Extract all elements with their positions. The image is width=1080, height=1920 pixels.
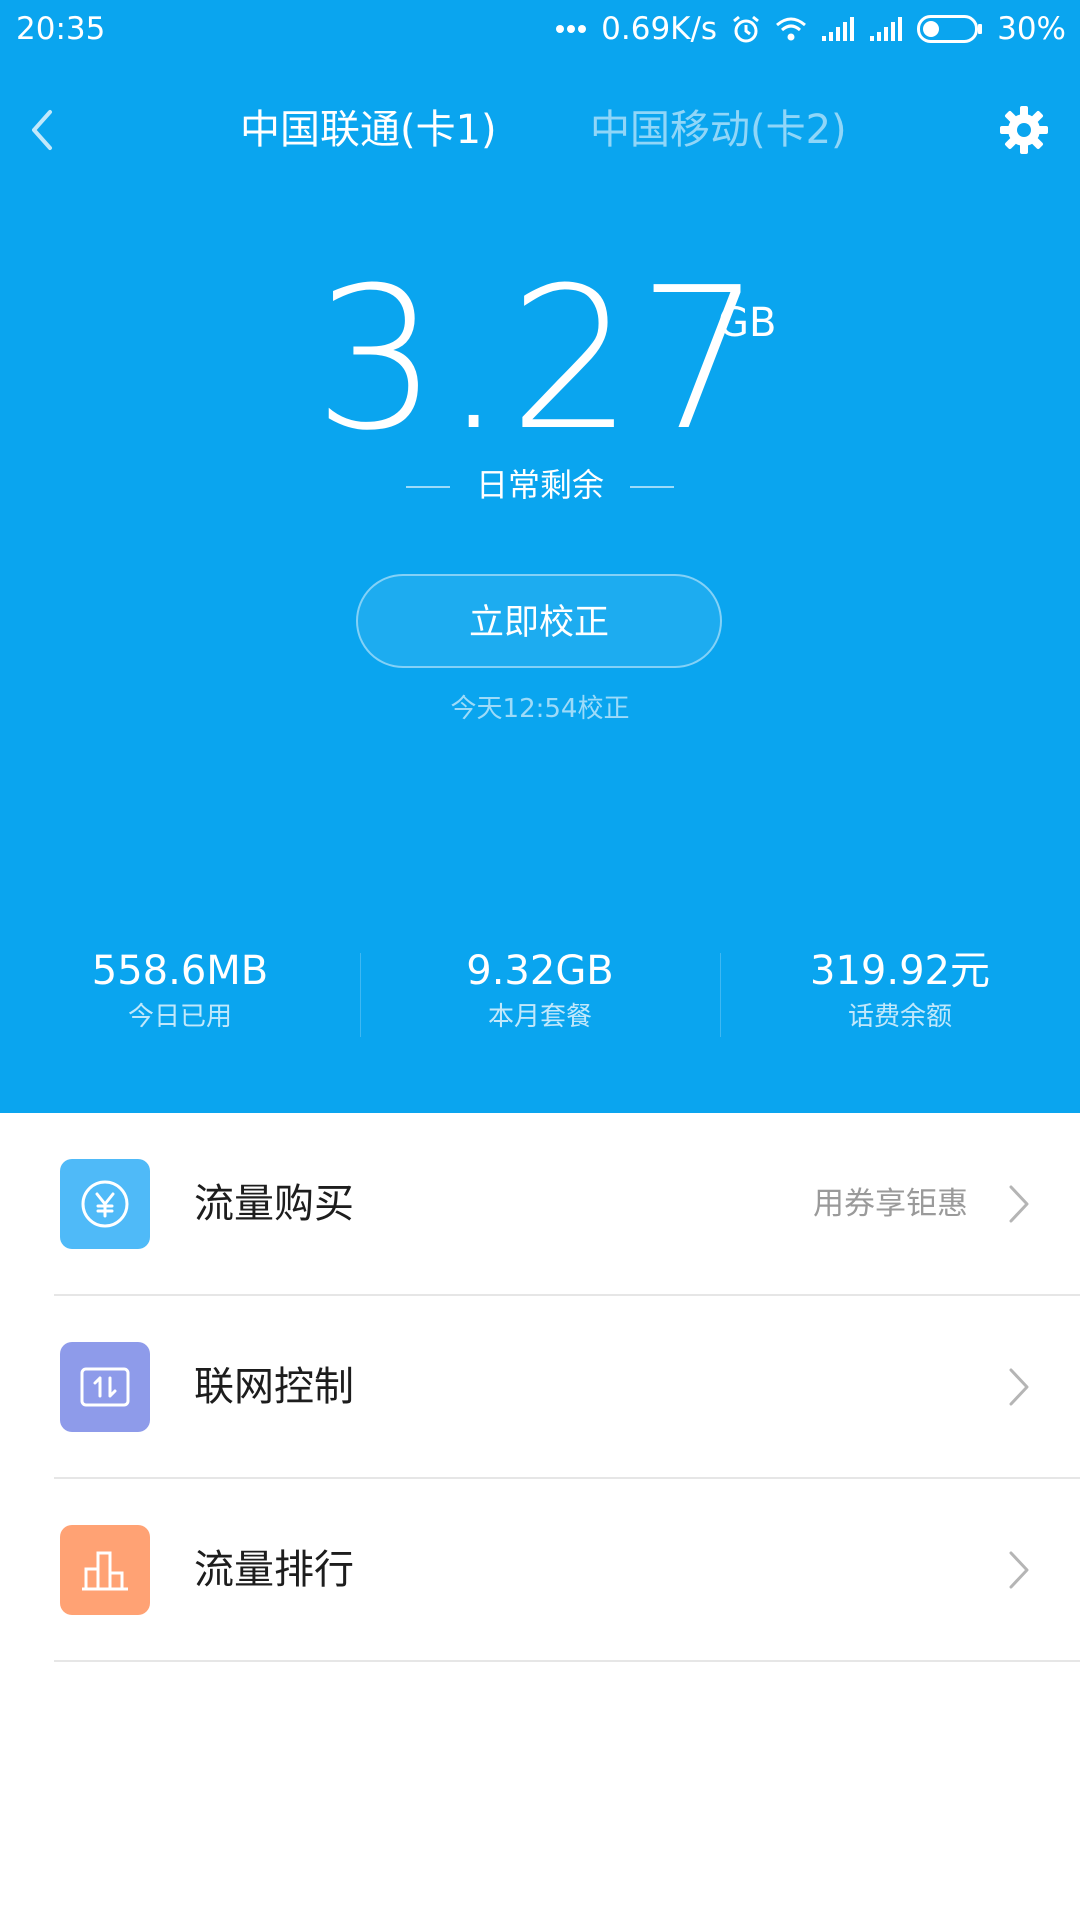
list-item-network-control[interactable]: 联网控制: [0, 1296, 1080, 1479]
status-icons: 0.69K/s 30%: [555, 10, 1066, 48]
wifi-icon: [775, 16, 807, 42]
tab-sim1[interactable]: 中国联通(卡1): [240, 104, 497, 156]
battery-icon: [917, 15, 983, 43]
calibrated-time: 今天12:54校正: [450, 694, 630, 724]
alarm-icon: [731, 14, 761, 44]
chevron-right-icon: [1009, 1185, 1029, 1223]
battery-percent: 30%: [997, 11, 1066, 47]
stat-balance: 319.92元 话费余额: [720, 945, 1080, 1045]
item-label: 联网控制: [194, 1364, 354, 1410]
chevron-right-icon: [1009, 1551, 1029, 1589]
item-label: 流量排行: [194, 1547, 354, 1593]
stat-today-used: 558.6MB 今日已用: [0, 945, 360, 1045]
usage-stats: 558.6MB 今日已用 9.32GB 本月套餐 319.92元 话费余额: [0, 945, 1080, 1045]
stat-value: 319.92元: [810, 948, 990, 994]
more-dots-icon: [555, 24, 587, 34]
item-icon-bg: [60, 1342, 150, 1432]
settings-button[interactable]: [996, 102, 1052, 158]
tab-sim2[interactable]: 中国移动(卡2): [590, 104, 847, 156]
stat-value: 9.32GB: [466, 948, 614, 994]
remaining-label: 日常剩余: [475, 466, 604, 504]
status-time: 20:35: [16, 11, 106, 47]
item-icon-bg: [60, 1525, 150, 1615]
list-item-buy-data[interactable]: 流量购买 用券享钜惠: [0, 1113, 1080, 1296]
stat-label: 今日已用: [127, 1002, 232, 1032]
divider: [405, 486, 450, 488]
remaining-value: 3.27: [313, 246, 767, 474]
item-icon-bg: [60, 1159, 150, 1249]
yuan-coin-icon: [81, 1180, 129, 1228]
bar-chart-icon: [82, 1551, 128, 1591]
divider: [630, 486, 674, 488]
signal-icon: [821, 16, 855, 42]
calibrate-button[interactable]: 立即校正: [356, 574, 722, 668]
status-bar: 20:35 0.69K/s 30%: [0, 0, 1080, 60]
stat-label: 话费余额: [847, 1002, 952, 1032]
remaining-unit: GB: [718, 300, 777, 346]
chevron-right-icon: [1009, 1368, 1029, 1406]
stat-label: 本月套餐: [487, 1002, 592, 1032]
back-button[interactable]: [22, 100, 62, 160]
remaining-data-display: 3.27: [0, 246, 1080, 474]
list-item-data-ranking[interactable]: 流量排行: [0, 1479, 1080, 1662]
chevron-left-icon: [32, 110, 52, 150]
gear-icon: [1000, 106, 1048, 154]
stat-value: 558.6MB: [91, 948, 269, 994]
network-updown-icon: [80, 1367, 130, 1407]
stat-monthly-plan: 9.32GB 本月套餐: [360, 945, 720, 1045]
network-speed: 0.69K/s: [601, 11, 718, 47]
signal-icon: [869, 16, 903, 42]
item-label: 流量购买: [194, 1181, 354, 1227]
feature-list: 流量购买 用券享钜惠 联网控制 流量排行: [0, 1113, 1080, 1662]
promo-hint: 用券享钜惠: [813, 1186, 968, 1222]
remaining-label-row: 日常剩余: [0, 460, 1080, 510]
top-nav: 中国联通(卡1) 中国移动(卡2): [0, 90, 1080, 170]
